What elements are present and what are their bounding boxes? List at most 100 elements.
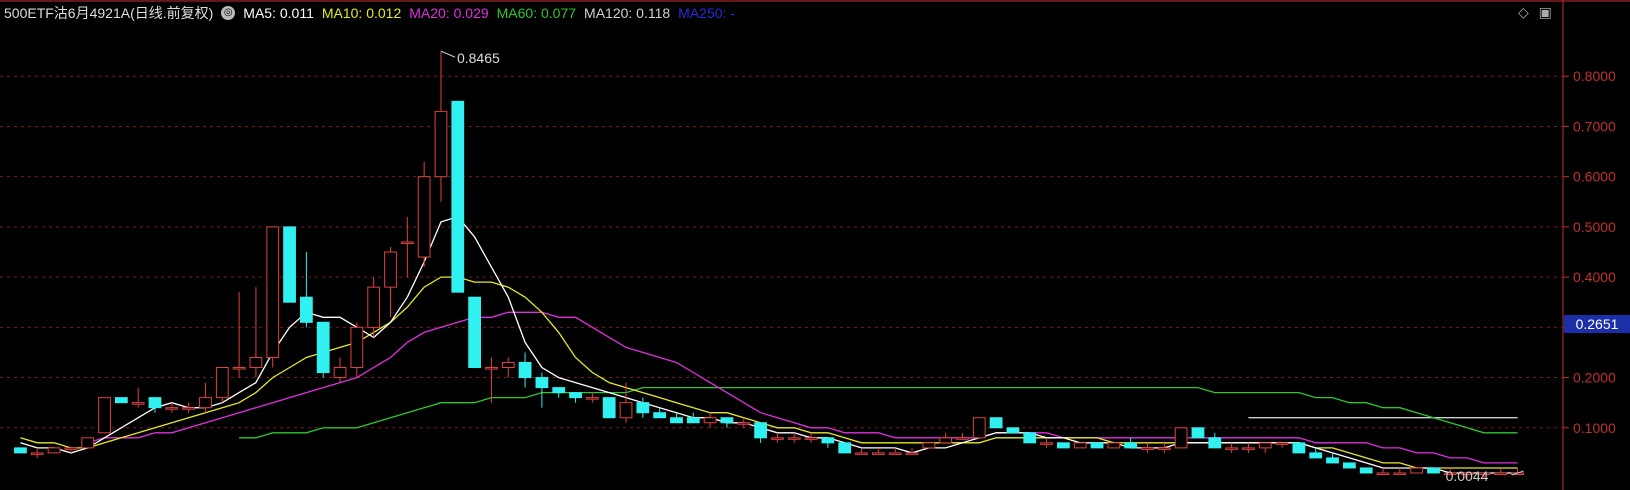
candle-body: [1124, 442, 1138, 449]
candle-body: [1292, 442, 1306, 454]
current-price-badge: 0.2651: [1564, 315, 1630, 333]
candle-body: [434, 110, 448, 178]
candle-body: [771, 437, 784, 440]
candle-body: [619, 402, 633, 419]
high-label: 0.8465: [457, 50, 500, 66]
candles: [14, 51, 1524, 478]
candle-body: [249, 356, 263, 369]
y-tick-label: 0.6000: [1573, 169, 1616, 185]
candle-body: [518, 361, 532, 379]
ma5-line: [20, 216, 1518, 474]
candle-body: [989, 417, 1003, 429]
candle-body: [653, 412, 667, 419]
candle-body: [266, 226, 280, 358]
candle-body: [1191, 427, 1205, 439]
ma250-label: MA250: -: [678, 5, 735, 21]
candle-body: [1057, 442, 1070, 449]
candle-body: [821, 437, 835, 444]
candle-body: [1141, 447, 1154, 450]
candle-body: [165, 407, 179, 410]
candlestick-chart[interactable]: 0.80000.70000.60000.50000.40000.30000.20…: [0, 0, 1630, 490]
candle-body: [451, 100, 465, 293]
candle-body: [972, 417, 986, 439]
candle-body: [1107, 442, 1121, 449]
y-tick-label: 0.5000: [1573, 219, 1616, 235]
ma10-label: MA10: 0.012: [321, 5, 402, 21]
candle-body: [1073, 442, 1087, 449]
candle-body: [98, 397, 111, 434]
ma60-line: [239, 386, 1518, 439]
candle-body: [30, 452, 44, 455]
candle-body: [350, 326, 364, 369]
candle-body: [804, 437, 818, 440]
candle-body: [64, 447, 78, 450]
candle-body: [182, 407, 196, 410]
candle-body: [333, 367, 347, 379]
candle-body: [384, 251, 397, 288]
candle-body: [670, 417, 683, 424]
candle-body: [754, 422, 767, 439]
candle-body: [1174, 427, 1188, 449]
candle-body: [703, 417, 717, 424]
candle-body: [585, 397, 599, 400]
y-tick-label: 0.8000: [1573, 68, 1616, 84]
candle-body: [1023, 432, 1037, 444]
candle-body: [1157, 447, 1171, 450]
candle-body: [1427, 467, 1440, 474]
candle-body: [283, 226, 296, 303]
candle-body: [905, 452, 919, 455]
y-tick-label: 0.4000: [1573, 269, 1616, 285]
candle-body: [1359, 467, 1373, 474]
candle-body: [1208, 437, 1222, 449]
candle-body: [316, 321, 330, 374]
candle-body: [939, 437, 953, 444]
diamond-icon[interactable]: ◇: [1518, 4, 1529, 20]
chart-title: 500ETF沽6月4921A(日线.前复权): [4, 5, 214, 21]
candle-body: [114, 397, 128, 404]
candle-body: [367, 286, 381, 328]
candle-body: [1090, 442, 1104, 449]
chart-grid: [0, 0, 1630, 490]
candle-body: [1275, 442, 1289, 445]
candle-body: [1342, 462, 1356, 469]
candle-body: [1040, 442, 1053, 445]
candle-body: [535, 377, 549, 389]
candle-body: [1225, 447, 1238, 450]
ma10-line: [20, 276, 1518, 469]
y-tick-label: 0.1000: [1573, 420, 1616, 436]
candle-body: [47, 447, 61, 454]
candle-body: [552, 387, 566, 394]
low-label: 0.0044: [1446, 468, 1489, 484]
candle-body: [1410, 467, 1424, 474]
candle-body: [855, 452, 868, 455]
candle-body: [14, 447, 27, 454]
ma60-label: MA60: 0.077: [496, 5, 577, 21]
ma20-label: MA20: 0.029: [409, 5, 489, 21]
ma120-label: MA120: 0.118: [584, 5, 671, 21]
candle-body: [636, 402, 650, 414]
high-marker: [440, 50, 456, 58]
candle-body: [737, 422, 751, 425]
candle-body: [1309, 452, 1323, 459]
candle-body: [720, 417, 734, 424]
chart-controls: ◇ ▣: [1518, 4, 1558, 21]
candle-body: [417, 176, 431, 258]
y-tick-label: 0.2000: [1573, 370, 1616, 386]
candle-body: [602, 397, 616, 419]
candle-body: [787, 437, 801, 440]
candle-body: [468, 296, 481, 369]
candle-body: [148, 397, 162, 409]
moving-average-lines: [20, 216, 1518, 474]
candle-body: [400, 241, 414, 244]
candle-body: [1494, 472, 1508, 475]
candle-body: [501, 361, 515, 369]
candle-body: [1376, 472, 1390, 475]
candle-body: [215, 367, 229, 399]
visibility-toggle-icon[interactable]: ◎: [221, 6, 236, 20]
candle-body: [232, 367, 246, 370]
candle-body: [888, 452, 902, 455]
candle-body: [956, 437, 969, 440]
candle-body: [131, 402, 145, 405]
candle-body: [1242, 447, 1255, 450]
panel-toggle-icon[interactable]: ▣: [1539, 4, 1552, 20]
